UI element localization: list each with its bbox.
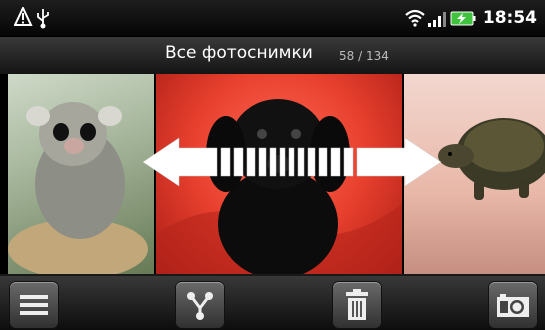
photo-counter: 58 / 134 (339, 49, 389, 63)
bottom-toolbar (0, 276, 545, 330)
status-left-icons (13, 5, 54, 33)
delete-button[interactable] (333, 282, 381, 328)
photo-marmoset[interactable] (8, 74, 154, 274)
swipe-left-right-arrows-icon (142, 136, 442, 192)
status-right-icons: 18:54 (405, 8, 537, 28)
alert-icon (13, 5, 33, 26)
menu-icon (20, 295, 48, 315)
camera-icon (497, 294, 529, 317)
share-icon (187, 292, 213, 320)
trash-icon (346, 289, 368, 320)
share-button[interactable] (176, 282, 224, 328)
menu-button[interactable] (10, 282, 58, 328)
camera-button[interactable] (489, 282, 537, 328)
album-title: Все фотоснимки (165, 43, 313, 63)
title-bar: Все фотоснимки 58 / 134 (0, 36, 545, 75)
signal-icon (427, 12, 446, 27)
status-bar: 18:54 (0, 0, 545, 36)
usb-icon (37, 9, 49, 29)
battery-charging-icon (450, 11, 476, 26)
wifi-icon (405, 9, 425, 27)
clock: 18:54 (482, 8, 537, 28)
